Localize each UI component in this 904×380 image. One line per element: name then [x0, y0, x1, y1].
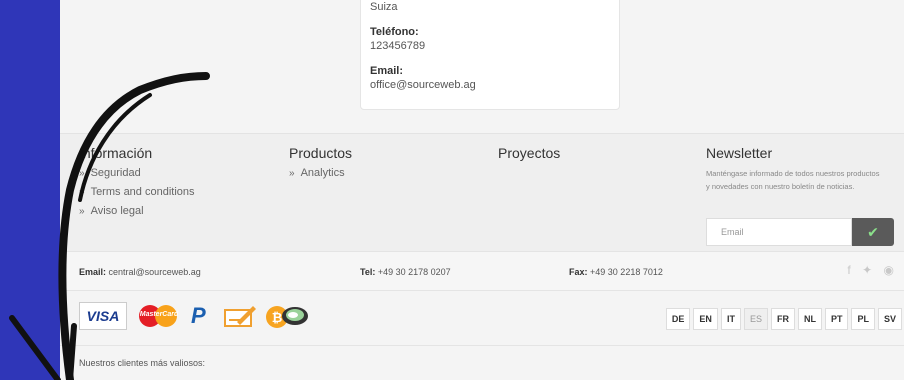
left-blue-band	[0, 0, 60, 380]
lang-it[interactable]: IT	[720, 308, 741, 330]
contact-bar: Email: central@sourceweb.ag Tel: +49 30 …	[60, 251, 904, 291]
newsletter-description: Manténgase informado de todos nuestros p…	[706, 169, 880, 191]
products-title: Productos	[289, 145, 353, 161]
email-label: Email:	[370, 65, 404, 77]
footer-link-seguridad[interactable]: » Seguridad	[79, 167, 195, 179]
chevron-right-icon: »	[79, 187, 85, 198]
footer-link-aviso-legal[interactable]: » Aviso legal	[79, 205, 195, 217]
paypal-logo: P	[191, 303, 206, 328]
facebook-icon[interactable]: f	[847, 263, 850, 277]
footer-columns: Información » Seguridad » Terms and condit…	[60, 133, 904, 251]
email-value[interactable]: office@sourceweb.ag	[370, 79, 610, 91]
lang-pl[interactable]: PL	[851, 308, 875, 330]
newsletter-email-input[interactable]: Email	[706, 218, 852, 246]
check-payment-icon	[223, 302, 257, 330]
chevron-right-icon: »	[289, 168, 295, 179]
products-column: Productos » Analytics	[289, 145, 352, 186]
bar-email: Email: central@sourceweb.ag	[79, 267, 201, 277]
social-links: f ✦ ◉	[839, 263, 894, 277]
contact-card: Suiza Teléfono: 123456789 Email: office@…	[360, 0, 620, 110]
lang-en[interactable]: EN	[693, 308, 718, 330]
chevron-right-icon: »	[79, 206, 85, 217]
newsletter-form: Email ✔	[706, 218, 894, 246]
settings-icon[interactable]: ◉	[884, 263, 894, 277]
mastercard-logo: MasterCard	[135, 302, 183, 330]
lang-fr[interactable]: FR	[770, 308, 795, 330]
bar-tel: Tel: +49 30 2178 0207	[360, 267, 451, 277]
check-icon: ✔	[867, 224, 879, 240]
visa-logo: VISA	[79, 302, 127, 330]
projects-title: Proyectos	[498, 145, 561, 161]
page-main: Suiza Teléfono: 123456789 Email: office@…	[60, 0, 904, 380]
newsletter-submit-button[interactable]: ✔	[852, 218, 894, 246]
clients-label: Nuestros clientes más valiosos:	[79, 358, 206, 368]
footer-link-analytics[interactable]: » Analytics	[289, 167, 352, 179]
chevron-right-icon: »	[79, 168, 85, 179]
newsletter-title: Newsletter	[706, 145, 773, 161]
twitter-icon[interactable]: ✦	[862, 263, 872, 277]
language-selector: DE EN IT ES FR NL PT PL SV	[663, 308, 902, 330]
contact-country: Suiza	[370, 1, 398, 13]
lang-pt[interactable]: PT	[824, 308, 849, 330]
payment-row: VISA MasterCard P ₿ DE EN IT ES FR NL PT…	[60, 292, 904, 346]
bar-fax: Fax: +49 30 2218 7012	[569, 267, 663, 277]
phone-label: Teléfono:	[370, 26, 419, 38]
projects-column: Proyectos	[498, 145, 560, 167]
bitcoin-icon: ₿	[263, 302, 311, 330]
footer-link-terms[interactable]: » Terms and conditions	[79, 186, 195, 198]
svg-text:₿: ₿	[272, 311, 283, 326]
info-title: Información	[79, 145, 153, 161]
lang-sv[interactable]: SV	[877, 308, 902, 330]
lang-es[interactable]: ES	[743, 308, 768, 330]
phone-value: 123456789	[370, 40, 426, 52]
info-column: Información » Seguridad » Terms and condit…	[79, 145, 195, 224]
lang-nl[interactable]: NL	[797, 308, 822, 330]
lang-de[interactable]: DE	[665, 308, 691, 330]
newsletter-column: Newsletter Manténgase informado de todos…	[706, 145, 896, 255]
